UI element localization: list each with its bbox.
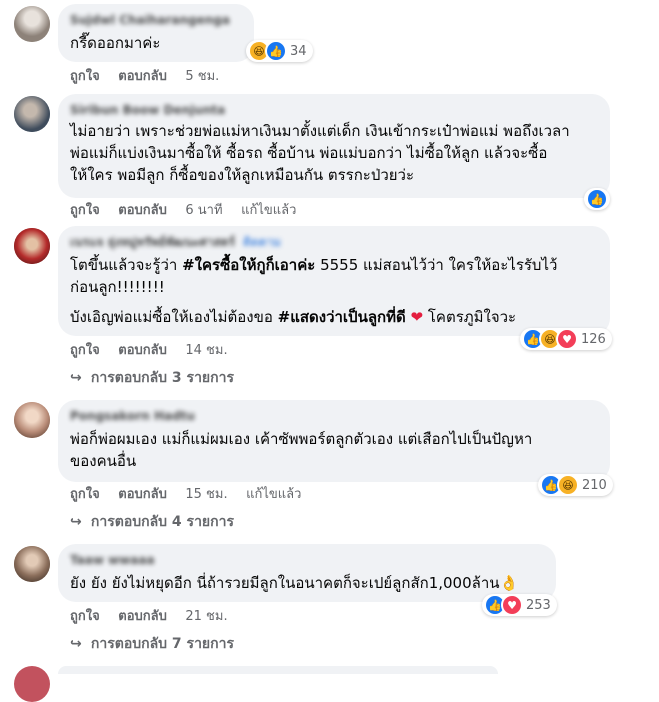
- reply-button[interactable]: ตอบกลับ: [118, 487, 167, 502]
- edited-label: แก้ไขแล้ว: [246, 487, 302, 502]
- view-replies-link[interactable]: ↪ การตอบกลับ 7 รายการ: [70, 634, 234, 654]
- author-name[interactable]: เนรแจ ยุ่งหมู่ทรัพย์พัฒนะศาสตร์: [70, 235, 235, 249]
- comment-actions: ถูกใจ ตอบกลับ 15 ชม. แก้ไขแล้ว: [70, 486, 315, 504]
- reply-arrow-icon: ↪: [70, 636, 82, 652]
- avatar[interactable]: [14, 666, 50, 702]
- like-icon: 👍: [265, 40, 287, 62]
- heart-emoji-icon: ❤: [410, 308, 424, 326]
- comment-timestamp[interactable]: 6 นาที: [185, 203, 222, 218]
- text-part: บังเอิญพ่อแม่ซื้อให้เองไม่ต้องขอ: [70, 308, 278, 326]
- comment-bubble: Siribun Boow Denjunta ไม่อายว่า เพราะช่ว…: [58, 94, 610, 198]
- comment-author[interactable]: Taaw wwaaa: [70, 552, 544, 568]
- reaction-summary[interactable]: 👍 😆 210: [538, 474, 613, 496]
- love-icon: ♥: [501, 594, 523, 616]
- comment-timestamp[interactable]: 15 ชม.: [185, 487, 227, 502]
- reaction-count: 210: [582, 477, 607, 493]
- reaction-summary[interactable]: 😆 👍 34: [246, 40, 313, 62]
- comment-bubble: Pongsakorn Hadtu พ่อก็พ่อผมเอง แม่ก็แม่ผ…: [58, 400, 610, 482]
- reply-button[interactable]: ตอบกลับ: [118, 203, 167, 218]
- like-button[interactable]: ถูกใจ: [70, 343, 100, 358]
- reaction-summary[interactable]: 👍: [584, 188, 610, 210]
- replies-count-label[interactable]: การตอบกลับ 4 รายการ: [91, 514, 234, 530]
- comment-bubble: [58, 666, 498, 674]
- view-replies-link[interactable]: ↪ การตอบกลับ 4 รายการ: [70, 512, 234, 532]
- reply-arrow-icon: ↪: [70, 370, 82, 386]
- avatar[interactable]: [14, 228, 50, 264]
- comment-bubble: Taaw wwaaa ยัง ยัง ยังไม่หยุดอีก นี่ถ้าร…: [58, 544, 556, 602]
- comment-author[interactable]: เนรแจ ยุ่งหมู่ทรัพย์พัฒนะศาสตร์ ติดตาม: [70, 234, 598, 250]
- reaction-summary[interactable]: 👍 ♥ 253: [482, 594, 557, 616]
- comment-timestamp[interactable]: 21 ชม.: [185, 609, 227, 624]
- hashtag-link[interactable]: #แสดงว่าเป็นลูกที่ดี: [278, 308, 406, 326]
- comment-text-paragraph: บังเอิญพ่อแม่ซื้อให้เองไม่ต้องขอ #แสดงว่…: [70, 306, 598, 328]
- comment-author[interactable]: Siribun Boow Denjunta: [70, 102, 598, 118]
- comment-timestamp[interactable]: 5 ชม.: [185, 69, 219, 84]
- comment-actions: ถูกใจ ตอบกลับ 6 นาที แก้ไขแล้ว: [70, 202, 310, 220]
- comment-author[interactable]: Sujdwl Chaiharangenga: [70, 12, 242, 28]
- text-part: โตขึ้นแล้วจะรู้ว่า: [70, 256, 183, 274]
- replies-count-label[interactable]: การตอบกลับ 3 รายการ: [91, 370, 234, 386]
- like-button[interactable]: ถูกใจ: [70, 203, 100, 218]
- reply-button[interactable]: ตอบกลับ: [118, 343, 167, 358]
- comment-text: พ่อก็พ่อผมเอง แม่ก็แม่ผมเอง เค้าซัพพอร์ต…: [70, 430, 533, 470]
- follow-link[interactable]: ติดตาม: [243, 235, 281, 249]
- view-replies-link[interactable]: ↪ การตอบกลับ 3 รายการ: [70, 368, 234, 388]
- hashtag-link[interactable]: #ใครซื้อให้กูก็เอาค่ะ: [182, 256, 315, 274]
- comment-actions: ถูกใจ ตอบกลับ 5 ชม.: [70, 68, 233, 86]
- text-part: โคตรภูมิใจวะ: [423, 308, 517, 326]
- comment-bubble: เนรแจ ยุ่งหมู่ทรัพย์พัฒนะศาสตร์ ติดตาม โต…: [58, 226, 610, 336]
- avatar[interactable]: [14, 402, 50, 438]
- avatar[interactable]: [14, 546, 50, 582]
- like-button[interactable]: ถูกใจ: [70, 609, 100, 624]
- comment-bubble: Sujdwl Chaiharangenga กรี๊ดออกมาค่ะ: [58, 4, 254, 62]
- reply-arrow-icon: ↪: [70, 514, 82, 530]
- avatar[interactable]: [14, 6, 50, 42]
- replies-count-label[interactable]: การตอบกลับ 7 รายการ: [91, 636, 234, 652]
- comment-text: ไม่อายว่า เพราะช่วยพ่อแม่หาเงินมาตั้งแต่…: [70, 122, 570, 184]
- like-button[interactable]: ถูกใจ: [70, 69, 100, 84]
- like-button[interactable]: ถูกใจ: [70, 487, 100, 502]
- reaction-count: 253: [526, 597, 551, 613]
- avatar[interactable]: [14, 96, 50, 132]
- comment-actions: ถูกใจ ตอบกลับ 21 ชม.: [70, 608, 242, 626]
- comment-actions: ถูกใจ ตอบกลับ 14 ชม.: [70, 342, 242, 360]
- comment-author[interactable]: Pongsakorn Hadtu: [70, 408, 598, 424]
- reaction-count: 126: [581, 331, 606, 347]
- reply-button[interactable]: ตอบกลับ: [118, 609, 167, 624]
- reply-button[interactable]: ตอบกลับ: [118, 69, 167, 84]
- comment-timestamp[interactable]: 14 ชม.: [185, 343, 227, 358]
- love-icon: ♥: [556, 328, 578, 350]
- reaction-summary[interactable]: 👍 😆 ♥ 126: [520, 328, 612, 350]
- comment-text: โตขึ้นแล้วจะรู้ว่า #ใครซื้อให้กูก็เอาค่ะ…: [70, 254, 598, 298]
- haha-icon: 😆: [557, 474, 579, 496]
- comment-text: กรี๊ดออกมาค่ะ: [70, 34, 161, 52]
- reaction-count: 34: [290, 43, 307, 59]
- like-icon: 👍: [586, 188, 608, 210]
- comment-text: ยัง ยัง ยังไม่หยุดอีก นี่ถ้ารวยมีลูกในอน…: [70, 574, 519, 592]
- edited-label: แก้ไขแล้ว: [241, 203, 297, 218]
